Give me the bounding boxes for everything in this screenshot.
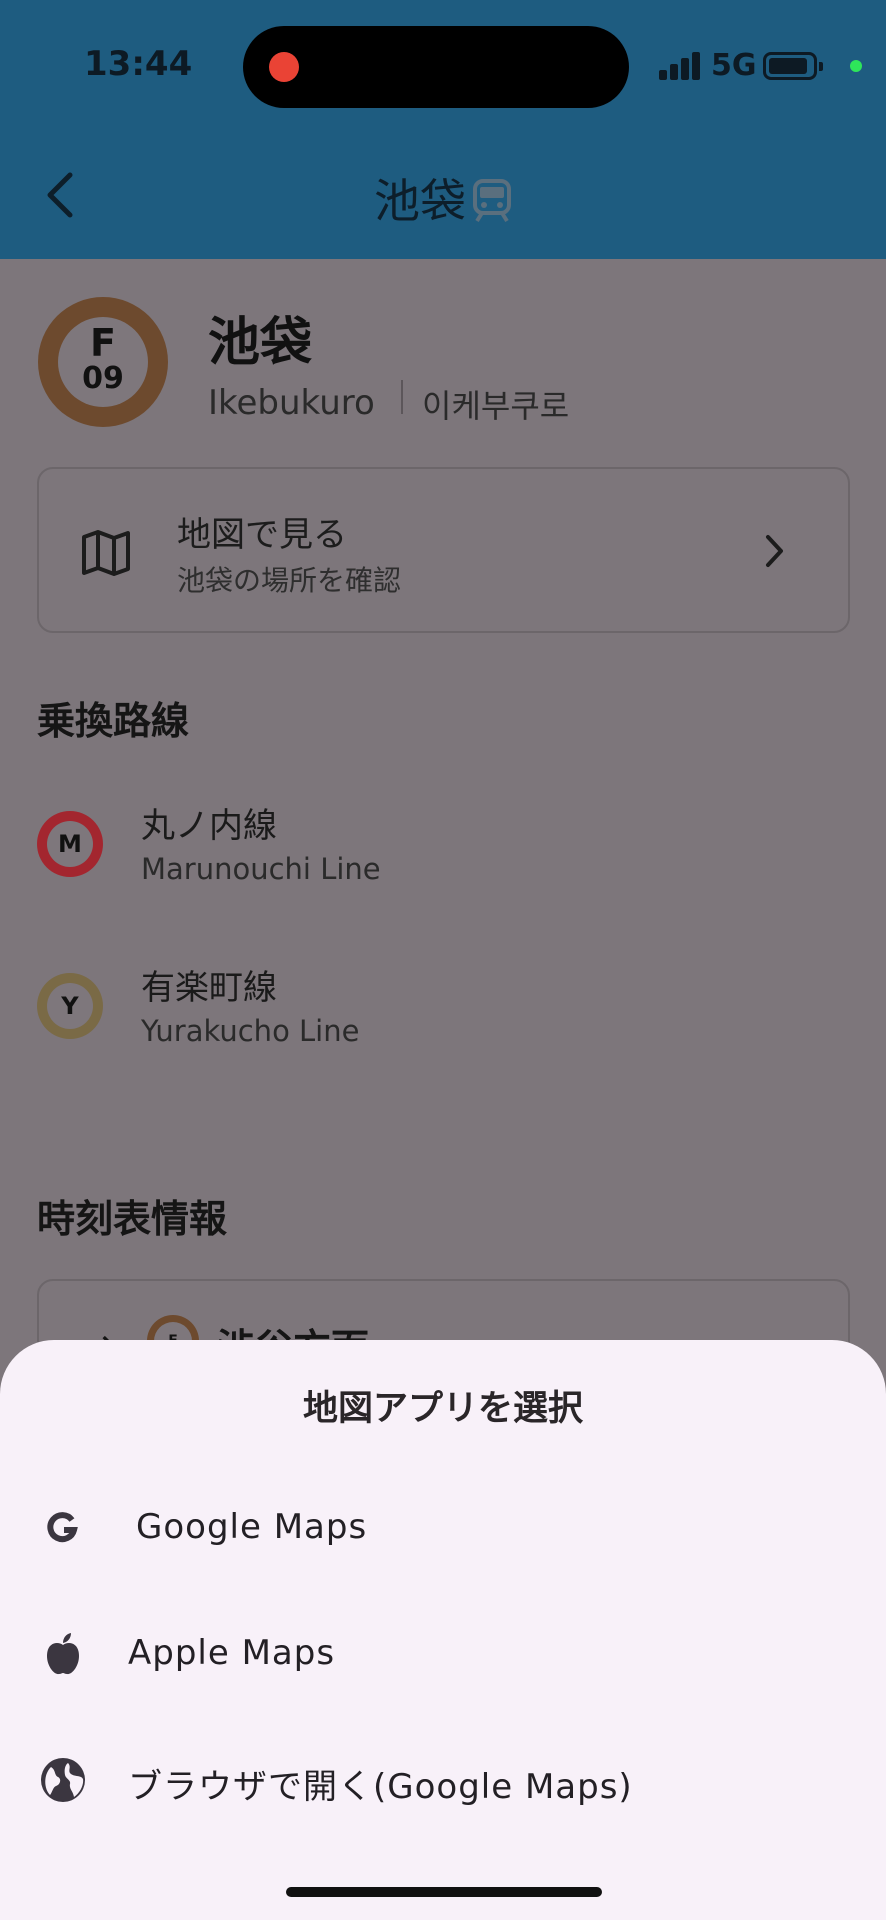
transfer-heading: 乗換路線 bbox=[37, 699, 190, 743]
view-map-card[interactable]: 地図で見る 池袋の場所を確認 bbox=[37, 467, 850, 633]
line-badge-code: M bbox=[47, 821, 93, 867]
map-card-title: 地図で見る bbox=[177, 515, 347, 555]
map-app-picker-sheet: 地図アプリを選択 Google Maps Apple Maps ブラウザで開く(… bbox=[0, 1340, 886, 1920]
battery-icon bbox=[763, 52, 823, 80]
chevron-right-icon bbox=[766, 535, 783, 567]
map-card-subtitle: 池袋の場所を確認 bbox=[177, 564, 402, 597]
line-code: F bbox=[90, 321, 116, 365]
app-header: 13:44 5G 池袋 bbox=[0, 0, 886, 259]
line-name-en: Marunouchi Line bbox=[141, 852, 381, 886]
line-name-jp: 丸ノ内線 bbox=[141, 806, 277, 846]
option-browser-google-maps[interactable]: ブラウザで開く(Google Maps) bbox=[0, 1725, 886, 1835]
page-title-text: 池袋 bbox=[374, 174, 466, 228]
map-icon bbox=[82, 530, 130, 576]
line-name-en: Yurakucho Line bbox=[141, 1014, 360, 1048]
line-name-jp: 有楽町線 bbox=[141, 968, 277, 1008]
station-number: 09 bbox=[82, 361, 124, 396]
dynamic-island bbox=[243, 26, 629, 108]
option-label: Google Maps bbox=[136, 1507, 368, 1547]
line-badge: Y bbox=[37, 973, 103, 1039]
line-badge-code: Y bbox=[47, 983, 93, 1029]
signal-icon bbox=[659, 50, 703, 80]
privacy-indicator bbox=[850, 60, 862, 72]
google-icon bbox=[47, 1512, 78, 1543]
line-badge: M bbox=[37, 811, 103, 877]
network-type: 5G bbox=[711, 48, 757, 83]
option-apple-maps[interactable]: Apple Maps bbox=[0, 1599, 886, 1709]
page-title: 池袋 bbox=[0, 165, 886, 234]
home-indicator[interactable] bbox=[286, 1887, 602, 1897]
apple-icon bbox=[47, 1633, 79, 1675]
station-number-badge: F 09 bbox=[38, 297, 168, 427]
option-label: Apple Maps bbox=[128, 1633, 336, 1673]
timetable-heading: 時刻表情報 bbox=[37, 1197, 228, 1241]
option-google-maps[interactable]: Google Maps bbox=[0, 1473, 886, 1583]
name-divider bbox=[401, 380, 403, 414]
option-label: ブラウザで開く(Google Maps) bbox=[128, 1767, 633, 1807]
station-name-jp: 池袋 bbox=[208, 313, 313, 373]
recording-indicator bbox=[269, 52, 299, 82]
status-time: 13:44 bbox=[84, 44, 193, 84]
station-name-ko: 이케부쿠로 bbox=[422, 387, 570, 425]
train-icon bbox=[472, 179, 512, 234]
sheet-title: 地図アプリを選択 bbox=[302, 1389, 583, 1429]
station-name-en: Ikebukuro bbox=[208, 383, 375, 423]
globe-icon bbox=[41, 1758, 85, 1802]
